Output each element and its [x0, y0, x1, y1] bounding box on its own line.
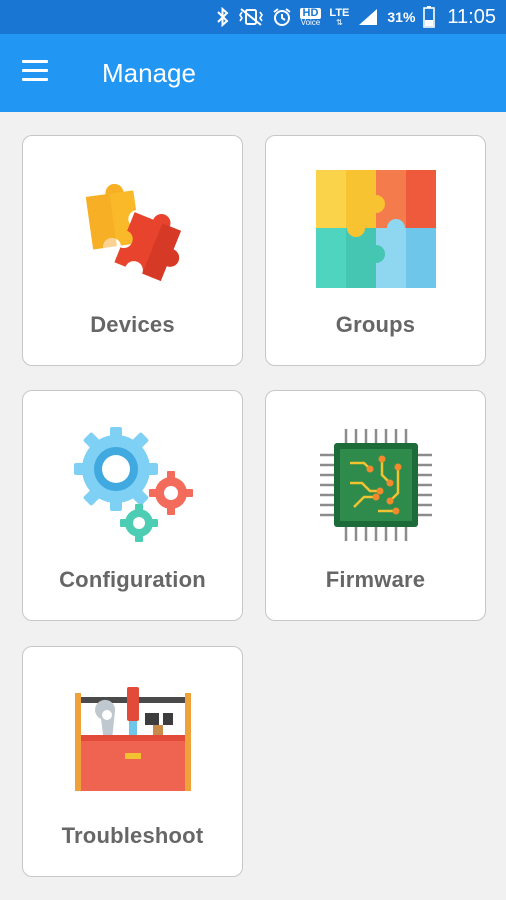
firmware-tile[interactable]: Firmware	[265, 390, 486, 621]
voice-label: Voice	[300, 17, 321, 27]
lte-label: LTE	[329, 6, 350, 19]
configuration-tile[interactable]: Configuration	[22, 390, 243, 621]
devices-label: Devices	[90, 312, 175, 337]
hd-voice-icon: HD Voice	[299, 7, 322, 27]
toolbox-icon	[71, 679, 195, 803]
troubleshoot-label: Troubleshoot	[61, 823, 204, 848]
hamburger-menu-icon[interactable]	[22, 60, 54, 86]
groups-label: Groups	[335, 312, 416, 337]
lte-icon: LTE ⇅	[329, 6, 350, 27]
status-bar: HD Voice LTE ⇅ 31% 11:05	[0, 0, 506, 34]
puzzle-pieces-icon	[71, 168, 195, 292]
app-bar: Manage	[0, 34, 506, 112]
battery-icon	[423, 6, 436, 28]
firmware-label: Firmware	[325, 567, 426, 592]
signal-icon	[357, 7, 379, 27]
alarm-icon	[272, 7, 292, 27]
gears-icon	[71, 423, 195, 547]
groups-tile[interactable]: Groups	[265, 135, 486, 366]
puzzle-grid-icon	[314, 168, 438, 292]
configuration-label: Configuration	[59, 567, 206, 592]
bluetooth-icon	[216, 7, 230, 27]
battery-percent: 31%	[387, 9, 416, 25]
devices-tile[interactable]: Devices	[22, 135, 243, 366]
vibrate-icon	[238, 7, 264, 27]
chip-icon	[314, 423, 438, 547]
status-time: 11:05	[447, 5, 496, 28]
page-title: Manage	[102, 58, 196, 88]
troubleshoot-tile[interactable]: Troubleshoot	[22, 646, 243, 877]
hd-label: HD	[299, 7, 322, 19]
